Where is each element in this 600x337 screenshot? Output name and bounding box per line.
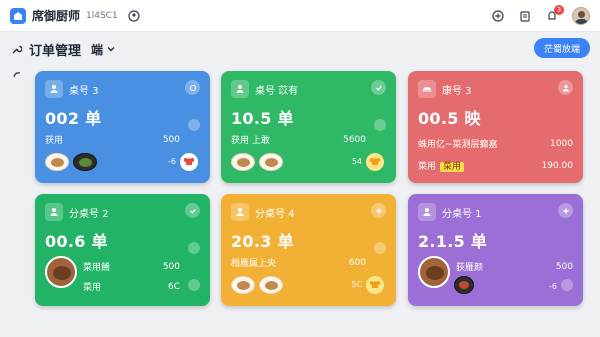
chevron-down-icon xyxy=(107,47,115,52)
dish-image xyxy=(231,153,255,171)
app-logo-icon xyxy=(10,7,26,24)
person-icon xyxy=(45,80,63,98)
status-dot xyxy=(188,119,200,131)
status-dot xyxy=(374,242,386,254)
order-count: 2.1.5 单 xyxy=(418,232,488,251)
status-dot xyxy=(188,242,200,254)
card-title: 分桌号 1 xyxy=(442,208,482,220)
dish-thumbnails xyxy=(231,276,283,294)
status-dot xyxy=(561,279,573,291)
dish-icon xyxy=(418,80,436,98)
add-circle-icon[interactable] xyxy=(491,10,504,23)
app-subtitle-dropdown[interactable]: 1l4SC1 xyxy=(86,11,118,21)
mode-label: 端 xyxy=(91,42,104,57)
card-title: 分桌号 2 xyxy=(69,208,109,220)
dish-image xyxy=(45,256,77,288)
status-dot xyxy=(188,279,200,291)
order-count: 10.5 单 xyxy=(231,109,294,128)
card-title: 分桌号 4 xyxy=(255,208,295,220)
wrench-icon[interactable] xyxy=(10,43,23,56)
primary-action-button[interactable]: 茫蜀放端 xyxy=(533,38,590,58)
card-title: 桌号 3 xyxy=(69,85,99,97)
order-count: 00.5 映 xyxy=(418,109,481,128)
top-bar: 席御厨师 1l4SC1 3 xyxy=(0,0,600,32)
person-icon xyxy=(45,203,63,221)
dish-tag: 菜用 xyxy=(440,162,465,172)
dish-image xyxy=(231,276,255,294)
chef-icon xyxy=(366,276,384,294)
person-outline-icon[interactable] xyxy=(558,80,573,95)
order-card-subtable-1[interactable]: 分桌号 1 2.1.5 单 荻雁颜 500 -6 xyxy=(408,194,583,306)
person-icon xyxy=(231,203,249,221)
fee-row: 荻雁颜 500 xyxy=(456,261,573,274)
page-title: 订单管理 xyxy=(29,43,82,59)
order-count: 00.6 单 xyxy=(45,232,108,251)
order-count: 002 单 xyxy=(45,109,102,128)
fee-row: 蛛用亿~菜测层癫嘉 1000 xyxy=(418,138,573,151)
order-count: 20.3 单 xyxy=(231,232,294,251)
sparkle-icon[interactable] xyxy=(371,203,386,218)
fee-row: 获用 500 xyxy=(45,134,180,147)
notification-bell-icon[interactable]: 3 xyxy=(545,4,564,23)
order-card-table-3b[interactable]: 康号 3 00.5 映 蛛用亿~菜测层癫嘉 1000 菜用 菜用 190.00 xyxy=(408,71,583,183)
order-card-subtable-4[interactable]: 分桌号 4 20.3 单 档雁属上央 600 5C xyxy=(221,194,396,306)
extra-count: -6 xyxy=(168,157,176,166)
extra-count: 54 xyxy=(351,157,362,166)
order-card-subtable-2[interactable]: 分桌号 2 00.6 单 菜用餚 500 菜用 6C xyxy=(35,194,210,306)
dish-row: 菜用 6C xyxy=(83,281,180,294)
dish-image xyxy=(73,153,97,171)
dish-thumbnails xyxy=(231,153,283,171)
collapse-arrow-icon[interactable] xyxy=(12,70,22,80)
dish-image xyxy=(45,153,69,171)
dish-thumbnails xyxy=(45,153,97,171)
chef-icon xyxy=(366,153,384,171)
order-card-table-2[interactable]: 桌号 苡有 10.5 单 获用 上敢 5600 54 xyxy=(221,71,396,183)
user-avatar[interactable] xyxy=(572,7,590,25)
fee-row: 菜用餚 500 xyxy=(83,261,180,274)
mode-dropdown[interactable]: 端 xyxy=(91,41,115,58)
notification-badge: 3 xyxy=(554,4,564,15)
dish-row: 菜用 菜用 190.00 xyxy=(418,160,573,172)
fee-row: 获用 上敢 5600 xyxy=(231,134,366,147)
clock-icon[interactable] xyxy=(128,9,141,22)
check-icon[interactable] xyxy=(185,203,200,218)
extra-count: -6 xyxy=(549,282,557,291)
fee-row: 档雁属上央 600 xyxy=(231,257,366,270)
card-title: 桌号 苡有 xyxy=(255,85,299,97)
dish-image xyxy=(418,256,450,288)
extra-count: 5C xyxy=(351,280,362,289)
person-icon xyxy=(231,80,249,98)
status-dot xyxy=(374,119,386,131)
page-header: 订单管理 端 茫蜀放端 xyxy=(10,38,590,60)
person-icon xyxy=(418,203,436,221)
order-card-table-3[interactable]: 桌号 3 002 单 获用 500 -6 xyxy=(35,71,210,183)
dish-image xyxy=(259,153,283,171)
card-title: 康号 3 xyxy=(442,85,472,97)
check-icon[interactable] xyxy=(371,80,386,95)
menu-icon[interactable] xyxy=(185,80,200,95)
clipboard-icon[interactable] xyxy=(518,10,531,23)
chef-icon xyxy=(180,153,198,171)
app-name: 席御厨师 xyxy=(32,9,81,23)
sparkle-icon[interactable] xyxy=(558,203,573,218)
dish-image xyxy=(259,276,283,294)
dish-image xyxy=(454,276,474,294)
